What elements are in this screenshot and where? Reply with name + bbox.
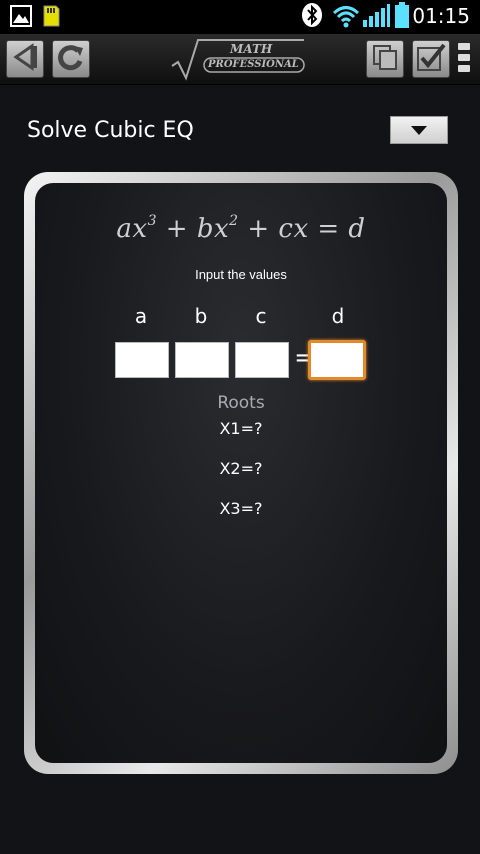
- roots-label: Roots: [217, 393, 265, 413]
- image-icon: [10, 5, 32, 27]
- overflow-menu-icon[interactable]: [458, 43, 470, 77]
- back-button[interactable]: [6, 40, 44, 78]
- eq-exp-2: 2: [229, 213, 239, 229]
- battery-icon: [395, 2, 409, 28]
- page-title: Solve Cubic EQ: [27, 118, 194, 143]
- chevron-down-icon: [411, 121, 427, 140]
- equation-type-dropdown[interactable]: [390, 116, 448, 144]
- bluetooth-icon: [300, 3, 324, 27]
- copy-icon: [370, 42, 400, 76]
- checkmark-icon: [416, 42, 446, 76]
- logo-professional: PROFESSIONAL: [208, 59, 299, 70]
- back-arrow-icon: [10, 42, 40, 76]
- board-frame: ax3 + bx2 + cx = d Input the values a b …: [24, 172, 458, 774]
- logo-math: MATH: [230, 42, 273, 56]
- copy-button[interactable]: [366, 40, 404, 78]
- constant-d-input[interactable]: [308, 340, 366, 380]
- clock: 01:15: [412, 4, 470, 28]
- root-x2: X2=?: [219, 459, 263, 478]
- label-d: d: [331, 304, 345, 328]
- wifi-icon: [332, 5, 360, 28]
- equation: ax3 + bx2 + cx = d: [35, 213, 447, 244]
- refresh-button[interactable]: [52, 40, 90, 78]
- label-b: b: [194, 304, 208, 328]
- label-c: c: [255, 304, 267, 328]
- eq-term-a: ax: [116, 214, 148, 244]
- root-x3: X3=?: [219, 499, 263, 518]
- refresh-icon: [56, 42, 86, 76]
- sd-card-icon: [42, 5, 60, 27]
- eq-term-b: + bx: [157, 214, 230, 244]
- signal-icon: [362, 4, 390, 27]
- root-x1: X1=?: [219, 419, 263, 438]
- status-bar: 01:15: [0, 0, 480, 34]
- eq-exp-3: 3: [147, 213, 158, 229]
- coefficient-a-input[interactable]: [115, 342, 169, 378]
- instruction-text: Input the values: [195, 267, 287, 282]
- coefficient-c-input[interactable]: [235, 342, 289, 378]
- label-a: a: [134, 304, 148, 328]
- eq-term-c: + cx = d: [238, 214, 366, 244]
- coefficient-b-input[interactable]: [175, 342, 229, 378]
- app-logo: MATH PROFESSIONAL: [170, 36, 310, 82]
- chalkboard: ax3 + bx2 + cx = d Input the values a b …: [35, 183, 447, 763]
- confirm-button[interactable]: [412, 40, 450, 78]
